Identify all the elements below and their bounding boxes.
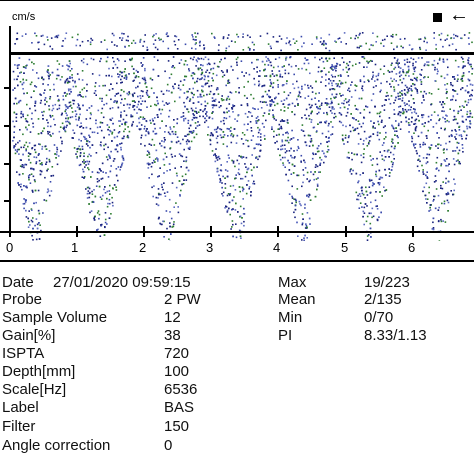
angle-correction-value: 0	[164, 437, 173, 454]
x-tick-label: 1	[71, 240, 79, 255]
max-value: 19/223	[364, 274, 410, 291]
mean-value: 2/135	[364, 291, 402, 308]
filter-label: Filter	[2, 418, 36, 435]
x-tick-label: 4	[273, 240, 281, 255]
x-tick-label: 2	[139, 240, 147, 255]
x-tick-label: 3	[206, 240, 214, 255]
max-label: Max	[278, 274, 307, 291]
sample-volume-value: 12	[164, 309, 181, 326]
min-value: 0/70	[364, 309, 394, 326]
scale-value: 6536	[164, 381, 198, 398]
gain-value: 38	[164, 327, 181, 344]
info-separator	[0, 260, 474, 262]
depth-value: 100	[164, 363, 190, 380]
filter-value: 150	[164, 418, 190, 435]
pi-label: PI	[278, 327, 293, 344]
x-tick-label: 0	[6, 240, 14, 255]
pi-value: 8.33/1.13	[364, 327, 427, 344]
depth-label: Depth[mm]	[2, 363, 76, 380]
x-tick-label: 6	[408, 240, 416, 255]
top-border	[0, 0, 474, 1]
sample-volume-label: Sample Volume	[2, 309, 108, 326]
label-label: Label	[2, 399, 39, 416]
date-value: 27/01/2020 09:59:15	[53, 274, 191, 291]
mean-label: Mean	[278, 291, 316, 308]
ispta-value: 720	[164, 345, 190, 362]
stop-icon[interactable]	[433, 13, 442, 22]
spectrum-signal	[12, 32, 474, 241]
label-value: BAS	[164, 399, 195, 416]
ispta-label: ISPTA	[2, 345, 45, 362]
date-label: Date	[2, 274, 34, 291]
spectrum-baseline	[10, 52, 474, 55]
velocity-unit-label: cm/s	[12, 11, 36, 23]
back-arrow-icon[interactable]: ←	[449, 5, 469, 25]
x-tick-label: 5	[341, 240, 349, 255]
doppler-screen: cm/s ← 0 1 2 3 4 5 6 Date 27/01/2020 09:…	[0, 0, 474, 474]
probe-value: 2 PW	[164, 291, 201, 308]
doppler-spectrum	[0, 26, 474, 241]
angle-correction-label: Angle correction	[2, 437, 111, 454]
scale-label: Scale[Hz]	[2, 381, 67, 398]
gain-label: Gain[%]	[2, 327, 56, 344]
min-label: Min	[278, 309, 303, 326]
probe-label: Probe	[2, 291, 43, 308]
